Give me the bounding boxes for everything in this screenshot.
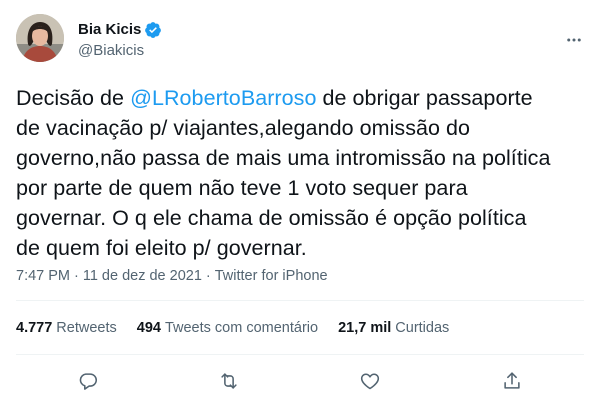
author-names: Bia Kicis @Biakicis [78,20,162,61]
tweet-time[interactable]: 7:47 PM [16,268,70,284]
avatar[interactable] [16,14,64,62]
profile-photo-icon [16,14,64,62]
display-name[interactable]: Bia Kicis [78,20,141,40]
share-icon[interactable] [497,366,527,396]
more-options-icon[interactable] [564,30,584,50]
quote-tweets-count: 494 [136,320,161,336]
tweet-text-line: de quem foi eleito p/ governar. [16,236,307,260]
divider [16,300,584,301]
retweet-icon[interactable] [214,366,244,396]
mention-link[interactable]: @LRobertoBarroso [130,86,316,110]
likes-count: 21,7 mil [338,320,392,336]
tweet-text-line: por parte de quem não teve 1 voto sequer… [16,176,468,200]
tweet-meta: 7:47 PM · 11 de dez de 2021 · Twitter for iP… [16,266,328,286]
author-handle[interactable]: @Biakicis [78,41,162,61]
tweet-source[interactable]: Twitter for iPhone [215,268,328,284]
tweet-text-line: de vacinação p/ viajantes,alegando omiss… [16,116,471,140]
display-name-row: Bia Kicis [78,20,162,40]
tweet-text-line: Decisão de @LRobertoBarroso de obrigar p… [16,83,591,113]
meta-separator: · [74,268,79,284]
divider [16,354,584,355]
quote-tweets-label: Tweets com comentário [164,320,319,336]
tweet-text: Decisão de @LRobertoBarroso de obrigar p… [16,83,591,263]
tweet-card: Bia Kicis @Biakicis Decisão de @LRoberto… [0,0,600,402]
reply-icon[interactable] [73,366,103,396]
tweet-text-line: governar. O q ele chama de omissão é opç… [16,206,527,230]
tweet-stats: 4.777 Retweets 494 Tweets com comentário 2… [16,317,469,339]
meta-separator: · [205,268,211,284]
quote-tweets-stat[interactable]: 494 Tweets com comentário [137,320,318,336]
tweet-date[interactable]: 11 de dez de 2021 [83,268,202,284]
likes-label: Curtidas [395,320,450,336]
tweet-text-segment: de obrigar passaporte [316,86,533,110]
tweet-text-segment: Decisão de [16,86,131,110]
retweets-count: 4.777 [16,320,53,336]
like-icon[interactable] [355,366,385,396]
likes-stat[interactable]: 21,7 mil Curtidas [338,320,449,336]
retweets-label: Retweets [56,320,117,336]
tweet-actions [0,366,600,396]
verified-badge-icon [144,21,162,39]
tweet-text-line: governo,não passa de mais uma intromissã… [16,146,551,170]
retweets-stat[interactable]: 4.777 Retweets [16,320,117,336]
tweet-header: Bia Kicis @Biakicis [16,12,584,68]
